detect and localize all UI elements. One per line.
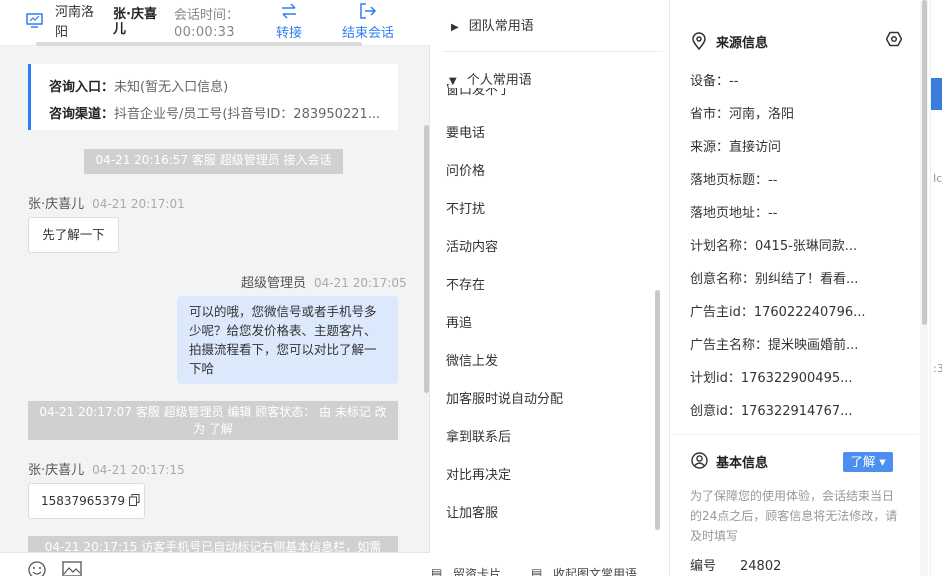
caret-right-icon: ▶ (451, 22, 459, 33)
visitor-message: 15837965379 (28, 483, 145, 519)
chat-header: 河南洛阳 张·庆喜儿 会话时间： 00:00:33 转接 结束会话 (0, 0, 430, 46)
phrase-item[interactable]: 微信上发 (446, 350, 498, 369)
message-time: 04-21 20:17:15 (92, 463, 185, 477)
agent-message: 可以的哦，您微信号或者手机号多少呢？给您发价格表、主题客片、拍摄流程看下，您可以… (177, 296, 398, 384)
edge-blue-block (931, 78, 942, 110)
source-field: 来源：直接访问 (690, 140, 782, 155)
phrases-panel: ▶ 团队常用语 ▼ 个人常用语 窗口发不了 要电话 问价格 不打扰 活动内容 不存在… (431, 0, 670, 576)
status-badge[interactable]: 了解 ▾ (843, 452, 893, 472)
creative-id-field: 创意id：176322914767... (690, 404, 853, 419)
caret-down-icon: ▼ (449, 76, 457, 87)
sender-name: 张·庆喜儿 (28, 197, 85, 212)
message-time: 04-21 20:17:01 (92, 197, 185, 211)
source-info-heading: 来源信息 (691, 32, 768, 51)
edge-text: :3 (933, 362, 942, 375)
phone-number: 15837965379 (41, 494, 125, 508)
phrase-item[interactable]: 要电话 (446, 122, 485, 141)
landing-title-field: 落地页标题：-- (690, 173, 778, 188)
card-icon: ▤ (431, 566, 443, 576)
phrases-divider (443, 51, 663, 52)
channel-label: 咨询渠道： (49, 107, 115, 122)
advertiser-name-field: 广告主名称：提米映画婚前... (690, 338, 859, 353)
team-phrases-toggle[interactable]: ▶ 团队常用语 (451, 15, 534, 34)
system-message: 04-21 20:16:57 客服 超级管理员 接入会话 (84, 149, 343, 174)
visitor-message: 先了解一下 (28, 217, 119, 253)
phrase-item[interactable]: 问价格 (446, 160, 485, 179)
phrase-item[interactable]: 拿到联系后 (446, 426, 511, 445)
personal-phrases-toggle[interactable]: ▼ 个人常用语 (449, 69, 532, 88)
end-session-label: 结束会话 (342, 26, 395, 41)
sender-name: 超级管理员 (241, 276, 307, 291)
session-time-label: 会话时间： (174, 8, 240, 23)
channel-row: 咨询渠道：抖音企业号/员工号(抖音号ID：283950221... (49, 103, 380, 122)
message-meta: 张·庆喜儿 04-21 20:17:01 (28, 193, 185, 212)
chat-scrollbar[interactable] (424, 125, 429, 393)
monitor-icon (26, 13, 43, 28)
phrase-item[interactable]: 不存在 (446, 274, 485, 293)
advertiser-id-field: 广告主id：176022240796... (690, 305, 866, 320)
visitor-name: 张·庆喜儿 (113, 7, 157, 37)
entry-info-card: 咨询入口：未知(暂无入口信息) 咨询渠道：抖音企业号/员工号(抖音号ID：283… (28, 64, 398, 130)
phrase-item[interactable]: 不打扰 (446, 198, 485, 217)
edge-text: Ic (933, 172, 942, 185)
image-icon[interactable] (62, 561, 82, 576)
device-field: 设备：-- (690, 74, 739, 89)
phrase-item[interactable]: 活动内容 (446, 236, 498, 255)
phrases-footer: ▤ 留资卡片 ▤ 收起图文常用语 (431, 562, 670, 576)
lead-card-button[interactable]: 留资卡片 (453, 565, 501, 576)
message-meta: 超级管理员 04-21 20:17:05 (241, 272, 407, 291)
system-message: 04-21 20:17:07 客服 超级管理员 编辑 顾客状态： 由 未标记 改… (28, 401, 398, 440)
entry-label: 咨询入口： (49, 80, 115, 95)
province-city-field: 省市：河南，洛阳 (690, 107, 795, 122)
session-time: 00:00:33 (174, 25, 235, 40)
number-field: 编号 24802 (690, 555, 781, 574)
customer-info-panel: 来源信息 设备：-- 省市：河南，洛阳 来源：直接访问 落地页标题：-- 落地页… (671, 0, 919, 576)
collapse-phrases-button[interactable]: 收起图文常用语 (553, 565, 637, 576)
location-pin-icon (692, 32, 706, 50)
emoji-icon[interactable] (28, 561, 46, 576)
plan-name-field: 计划名称：0415-张琳同款... (690, 239, 858, 254)
transfer-button[interactable]: 转接 (276, 3, 302, 41)
phrases-scrollbar[interactable] (655, 290, 660, 530)
landing-url-field: 落地页地址：-- (690, 206, 778, 221)
header-divider (36, 42, 362, 46)
phrase-item[interactable]: 对比再决定 (446, 464, 511, 483)
personal-phrases-label: 个人常用语 (466, 73, 532, 88)
plan-id-field: 计划id：176322900495... (690, 371, 853, 386)
number-value: 24802 (740, 559, 782, 574)
team-phrases-label: 团队常用语 (468, 19, 534, 34)
end-session-button[interactable]: 结束会话 (342, 3, 394, 41)
user-circle-icon (691, 452, 708, 469)
copy-icon[interactable] (128, 494, 140, 506)
message-meta: 张·庆喜儿 04-21 20:17:15 (28, 459, 185, 478)
visitor-location: 河南洛阳 (55, 5, 95, 40)
transfer-icon (282, 3, 296, 19)
sender-name: 张·庆喜儿 (28, 463, 85, 478)
background-page-edge: Ic :3 (930, 0, 942, 576)
entry-row: 咨询入口：未知(暂无入口信息) (49, 76, 228, 95)
info-divider (671, 434, 919, 435)
transfer-label: 转接 (276, 26, 303, 41)
edit-notice: 为了保障您的使用体验，会话结束当日的24点之后，顾客信息将无法修改，请及时填写 (690, 489, 898, 543)
info-scrollbar[interactable] (920, 0, 928, 576)
phrase-item[interactable]: 再追 (446, 312, 472, 331)
app-window: 河南洛阳 张·庆喜儿 会话时间： 00:00:33 转接 结束会话 咨询入口：未… (0, 0, 942, 576)
settings-icon[interactable] (886, 31, 902, 47)
phrase-item[interactable]: 加客服时说自动分配 (446, 388, 563, 407)
channel-value: 抖音企业号/员工号(抖音号ID：283950221... (114, 107, 381, 122)
chat-panel: 河南洛阳 张·庆喜儿 会话时间： 00:00:33 转接 结束会话 咨询入口：未… (0, 0, 430, 576)
scrollbar-thumb[interactable] (922, 0, 927, 325)
basic-info-heading: 基本信息 (691, 452, 768, 471)
number-label: 编号 (690, 559, 717, 574)
phrase-item[interactable]: 让加客服 (446, 502, 498, 521)
exit-icon (360, 3, 377, 19)
collapse-icon: ▤ (531, 566, 543, 576)
creative-name-field: 创意名称：别纠结了！看看... (690, 272, 859, 287)
message-time: 04-21 20:17:05 (314, 276, 407, 290)
entry-value: 未知(暂无入口信息) (114, 80, 229, 95)
chat-toolbar (0, 552, 430, 576)
